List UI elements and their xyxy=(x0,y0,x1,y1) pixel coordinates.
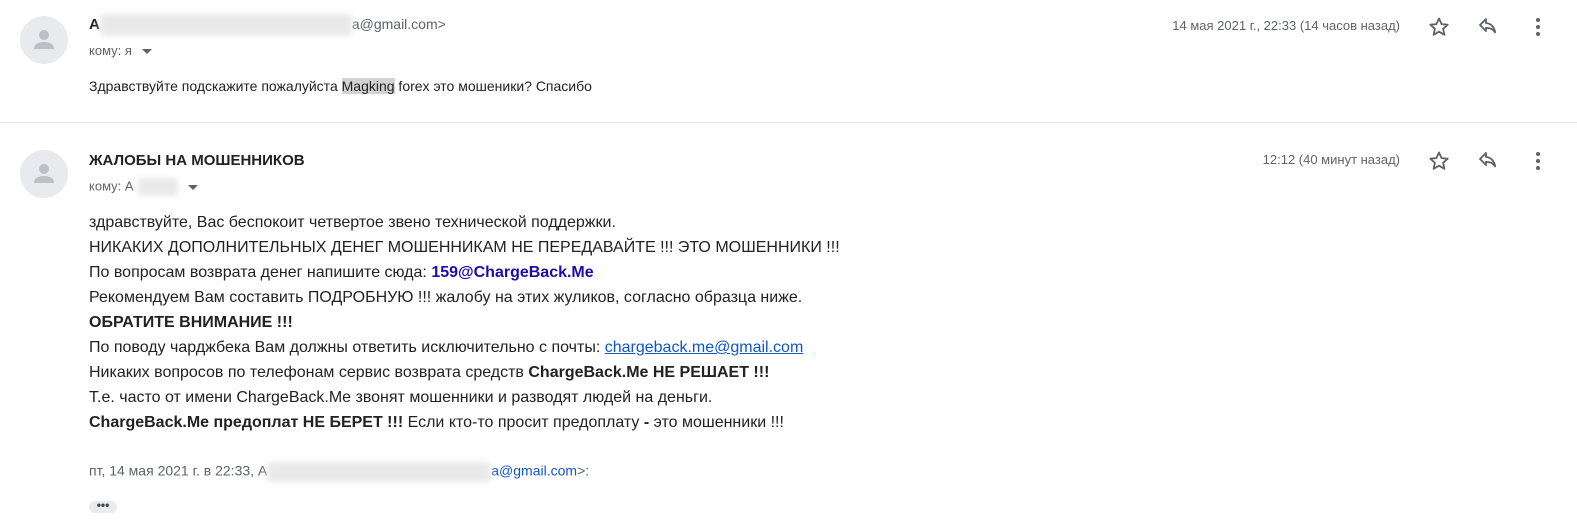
person-avatar-icon xyxy=(34,30,54,49)
star-icon[interactable] xyxy=(1427,15,1451,39)
recipient-label: кому: я xyxy=(89,43,132,58)
redacted-recipient xyxy=(137,178,178,196)
sender-avatar[interactable] xyxy=(20,16,68,64)
more-vert-icon[interactable] xyxy=(1526,149,1550,173)
message-snippet: Здравствуйте подскажите пожалуйста Magki… xyxy=(89,78,592,94)
body-line-9-bold: ChargeBack.Me предоплат НЕ БЕРЕТ !!! xyxy=(89,414,404,431)
body-line-3: По вопросам возврата денег напишите сюда… xyxy=(89,260,840,285)
redacted-quote-address xyxy=(267,462,492,482)
body-line-6-text: По поводу чарджбека Вам должны ответить … xyxy=(89,339,605,356)
body-line-1: здравствуйте, Вас беспокоит четвертое зв… xyxy=(89,214,616,231)
body-line-4: Рекомендуем Вам составить ПОДРОБНУЮ !!! … xyxy=(89,289,803,306)
quote-suffix: >: xyxy=(577,462,590,479)
body-line-9: ChargeBack.Me предоплат НЕ БЕРЕТ !!! Есл… xyxy=(89,410,840,435)
body-line-7: Никаких вопросов по телефонам сервис воз… xyxy=(89,360,840,385)
redacted-sender xyxy=(99,14,352,36)
message-date: 12:12 (40 минут назад) xyxy=(1262,152,1400,167)
quote-email-link[interactable]: a@gmail.com xyxy=(491,463,577,479)
recipient-line[interactable]: кому: я xyxy=(89,43,152,58)
body-line-7-bold: ChargeBack.Me НЕ РЕШАЕТ !!! xyxy=(528,364,770,381)
snippet-text: Здравствуйте подскажите пожалуйста xyxy=(89,78,342,94)
quote-prefix: пт, 14 мая 2021 г. в 22:33, А xyxy=(89,462,268,479)
star-icon[interactable] xyxy=(1427,149,1451,173)
sender-address: a@gmail.com> xyxy=(351,15,446,32)
reply-icon[interactable] xyxy=(1476,15,1500,39)
chevron-down-icon[interactable] xyxy=(141,49,152,55)
body-line-5: ОБРАТИТЕ ВНИМАНИЕ !!! xyxy=(89,314,293,331)
body-line-9-text: Если кто-то просит предоплату xyxy=(403,414,644,431)
sender-initial: А xyxy=(89,15,100,33)
show-trimmed-content-button[interactable]: ••• xyxy=(89,499,117,513)
body-line-9-end: это мошенники !!! xyxy=(649,414,784,431)
message-date: 14 мая 2021 г., 22:33 (14 часов назад) xyxy=(1172,18,1400,33)
snippet-text-end: forex это мошеники? Спасибо xyxy=(394,78,592,94)
support-email[interactable]: 159@ChargeBack.Me xyxy=(431,264,593,281)
sender-line: Аa@gmail.com> xyxy=(89,14,446,36)
body-line-7-text: Никаких вопросов по телефонам сервис воз… xyxy=(89,364,529,381)
recipient-label: кому: А xyxy=(89,178,134,194)
chargeback-email-link[interactable]: chargeback.me@gmail.com xyxy=(605,339,804,356)
recipient-line[interactable]: кому: А xyxy=(89,178,198,196)
sender-avatar[interactable] xyxy=(20,150,68,198)
body-line-8: Т.е. часто от имени ChargeBack.Me звонят… xyxy=(89,389,713,406)
chevron-down-icon[interactable] xyxy=(187,184,198,190)
quoted-header: пт, 14 мая 2021 г. в 22:33, А a@gmail.com… xyxy=(89,462,589,482)
more-vert-icon[interactable] xyxy=(1526,15,1550,39)
reply-icon[interactable] xyxy=(1476,149,1500,173)
highlighted-term: Magking xyxy=(341,78,395,94)
body-line-2: НИКАКИХ ДОПОЛНИТЕЛЬНЫХ ДЕНЕГ МОШЕННИКАМ … xyxy=(89,239,840,256)
body-line-6: По поводу чарджбека Вам должны ответить … xyxy=(89,335,840,360)
person-avatar-icon xyxy=(34,164,54,183)
body-line-3-text: По вопросам возврата денег напишите сюда… xyxy=(89,264,432,281)
message-1: Аa@gmail.com> кому: я 14 мая 2021 г., 22… xyxy=(0,0,1577,122)
sender-name: ЖАЛОБЫ НА МОШЕННИКОВ xyxy=(89,152,305,169)
message-body: здравствуйте, Вас беспокоит четвертое зв… xyxy=(89,210,840,435)
